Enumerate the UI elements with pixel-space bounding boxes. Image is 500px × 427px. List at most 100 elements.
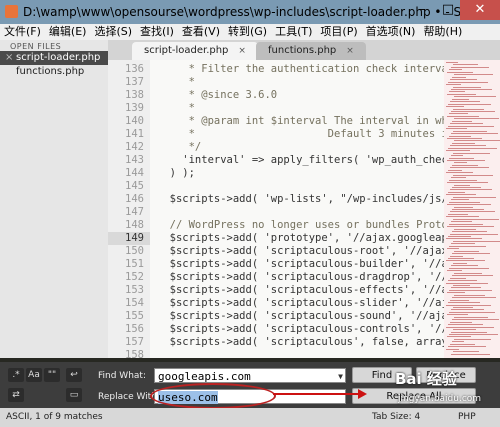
minimap-line <box>446 62 458 63</box>
minimap-line <box>448 81 488 83</box>
sidebar-item-functions[interactable]: functions.php <box>0 65 108 79</box>
minimize-button[interactable]: – <box>409 0 435 20</box>
minimap-line <box>450 299 469 301</box>
minimap-line <box>447 93 476 95</box>
minimap-line <box>447 336 471 338</box>
minimap-line <box>446 304 491 306</box>
minimap-line <box>450 167 489 169</box>
in-selection-toggle[interactable]: ⇄ <box>8 388 24 402</box>
code-line: * <box>157 102 195 114</box>
code-line: $scripts->add( 'wp-lists', "/wp-includes… <box>157 193 461 205</box>
status-bar: ASCII, 1 of 9 matches Tab Size: 4 PHP <box>0 408 500 427</box>
menu-edit[interactable]: 编辑(E) <box>45 25 91 38</box>
code-line: $scripts->add( 'scriptaculous-root', '//… <box>157 245 467 257</box>
minimap-line <box>450 211 495 213</box>
minimap-line <box>449 201 480 203</box>
tab-functions[interactable]: functions.php × <box>256 42 366 60</box>
line-number: 152 <box>125 271 144 283</box>
minimap-line <box>450 123 483 125</box>
minimap-line <box>450 277 466 279</box>
code-line: */ <box>157 141 202 153</box>
code-line: * @since 3.6.0 <box>157 89 278 101</box>
whole-word-toggle[interactable]: "" <box>44 368 60 382</box>
minimap-line <box>452 120 472 122</box>
menu-file[interactable]: 文件(F) <box>0 25 45 38</box>
regex-toggle[interactable]: .* <box>8 368 24 382</box>
status-tab-size[interactable]: Tab Size: 4 <box>372 408 420 427</box>
menu-selection[interactable]: 选择(S) <box>90 25 136 38</box>
minimap-line <box>447 226 494 228</box>
minimap-line <box>451 265 478 267</box>
minimap-line <box>447 71 473 73</box>
minimap-line <box>452 98 469 100</box>
minimap-line <box>452 164 478 166</box>
case-sensitive-toggle[interactable]: Aa <box>26 368 42 382</box>
minimap-line <box>450 233 498 235</box>
minimap-line <box>451 353 490 355</box>
minimap-line <box>446 84 461 86</box>
close-file-icon[interactable]: × <box>5 52 13 64</box>
minimap-line <box>451 199 469 201</box>
minimap-line <box>452 76 466 78</box>
minimap-line <box>451 111 495 112</box>
minimap-line <box>449 69 462 71</box>
minimap-line <box>450 321 472 323</box>
menu-find[interactable]: 查找(I) <box>136 25 178 38</box>
chevron-down-icon[interactable]: ▼ <box>338 369 343 384</box>
minimap-line <box>451 133 498 135</box>
minimap-line <box>449 157 474 159</box>
code-editor[interactable]: 136 * Filter the authentication check in… <box>108 60 500 358</box>
sidebar-item-script-loader[interactable]: × script-loader.php <box>0 51 108 65</box>
status-syntax[interactable]: PHP <box>458 408 476 427</box>
minimap-line <box>451 243 475 245</box>
minimap-line <box>452 341 464 343</box>
minimap-line <box>448 147 497 149</box>
minimap-line <box>450 145 486 147</box>
find-what-value: googleapis.com <box>158 370 251 383</box>
sidebar-item-label: functions.php <box>16 66 85 77</box>
minimap-line <box>447 314 468 316</box>
menu-help[interactable]: 帮助(H) <box>419 25 466 38</box>
minimap-line <box>451 177 466 179</box>
sidebar-item-label: script-loader.php <box>16 52 101 63</box>
minimap-line <box>453 196 496 198</box>
menu-preferences[interactable]: 首选项(N) <box>362 25 420 38</box>
minimap-line <box>450 189 492 191</box>
minimap-line <box>449 267 489 269</box>
tab-close-icon[interactable]: × <box>346 46 354 56</box>
watermark-url: jingyan.baidu.com <box>398 394 482 404</box>
menu-goto[interactable]: 转到(G) <box>224 25 271 38</box>
tab-close-icon[interactable]: × <box>238 46 246 56</box>
annotation-arrowhead <box>358 389 367 399</box>
minimap-line <box>449 333 498 335</box>
minimap-line <box>447 137 482 139</box>
minimap-line <box>452 275 493 277</box>
highlight-matches-toggle[interactable]: ▭ <box>66 388 82 402</box>
tab-script-loader[interactable]: script-loader.php × <box>132 42 258 60</box>
minimap-line <box>448 213 468 215</box>
minimap[interactable] <box>444 60 500 358</box>
maximize-button[interactable]: □ <box>435 0 461 20</box>
minimap-line <box>453 130 487 132</box>
find-what-input[interactable]: googleapis.com ▼ <box>154 368 346 383</box>
wrap-toggle[interactable]: ↩ <box>66 368 82 382</box>
minimap-line <box>451 155 463 157</box>
minimap-line <box>447 160 485 161</box>
code-line: $scripts->add( 'scriptaculous-builder', … <box>157 258 467 270</box>
minimap-line <box>454 272 482 274</box>
line-number: 139 <box>125 102 144 114</box>
minimap-line <box>446 106 464 108</box>
menu-view[interactable]: 查看(V) <box>178 25 224 38</box>
minimap-line <box>447 182 488 184</box>
minimap-line <box>449 311 495 313</box>
minimap-line <box>451 88 492 90</box>
menu-tools[interactable]: 工具(T) <box>271 25 316 38</box>
line-number: 154 <box>125 297 144 309</box>
minimap-line <box>449 91 465 93</box>
annotation-ellipse <box>150 383 276 409</box>
minimap-line <box>452 297 496 299</box>
close-window-button[interactable]: ✕ <box>460 0 500 20</box>
line-number: 149 <box>108 232 150 245</box>
menu-project[interactable]: 项目(P) <box>316 25 361 38</box>
minimap-line <box>453 86 481 88</box>
